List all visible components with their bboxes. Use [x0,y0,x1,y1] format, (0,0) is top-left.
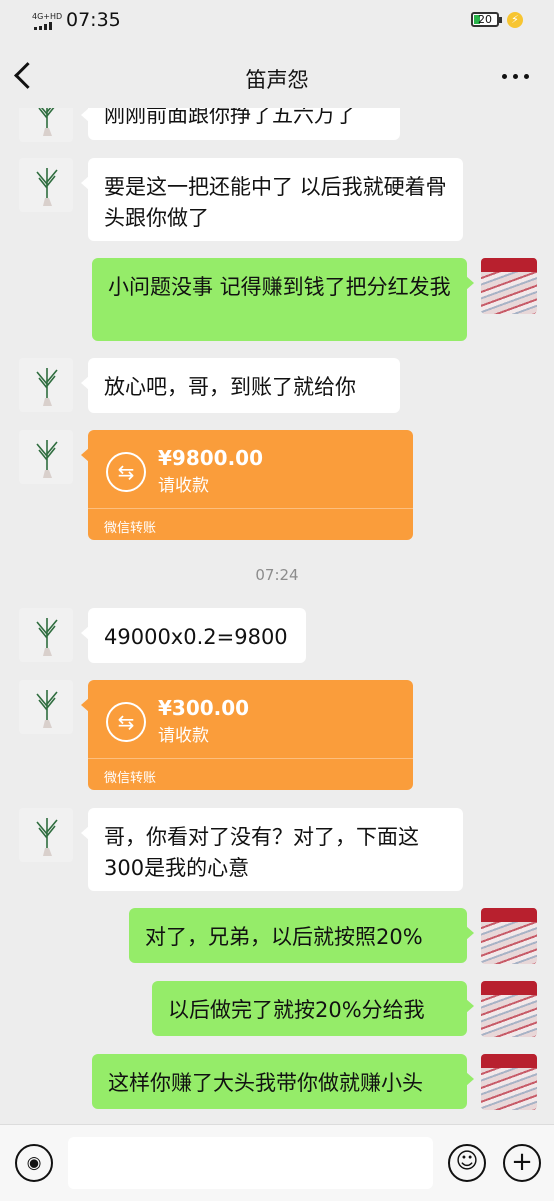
message-bubble[interactable]: 对了，兄弟，以后就按照20% [129,908,474,963]
more-icon[interactable] [502,74,530,80]
message-bubble[interactable]: 小问题没事 记得赚到钱了把分红发我 [92,258,474,341]
status-time: 07:35 [66,9,121,31]
transfer-status: 请收款 [158,726,209,746]
transfer-card[interactable]: ⇆ ¥9800.00 请收款 微信转账 [81,430,413,540]
transfer-icon: ⇆ [106,452,146,492]
transfer-label: 微信转账 [104,521,157,536]
nav-bar: 笛声怨 [0,44,554,108]
user-avatar[interactable] [481,908,537,964]
message-bubble[interactable]: 哥，你看对了没有？对了，下面这300是我的心意 [81,808,463,891]
voice-icon[interactable]: ◉ [15,1144,53,1182]
battery-level: 20 [478,13,492,26]
message-input[interactable] [68,1137,433,1189]
plus-icon[interactable]: + [503,1144,541,1182]
charging-icon: ⚡ [507,12,523,28]
contact-avatar[interactable] [19,108,73,142]
contact-avatar[interactable] [19,608,73,662]
transfer-status: 请收款 [158,476,209,496]
message-bubble[interactable]: 要是这一把还能中了 以后我就硬着骨头跟你做了 [81,158,463,241]
contact-avatar[interactable] [19,358,73,412]
chat-timestamp: 07:24 [255,566,299,584]
message-bubble[interactable]: 这样你赚了大头我带你做就赚小头 [92,1054,474,1109]
network-indicator: 4G+HD [32,12,63,21]
contact-avatar[interactable] [19,158,73,212]
transfer-icon: ⇆ [106,702,146,742]
emoji-icon[interactable]: ☺ [448,1144,486,1182]
page-title: 笛声怨 [245,68,309,92]
signal-icon [34,22,56,30]
battery-icon: 20 [471,12,502,27]
message-bubble[interactable]: 以后做完了就按20%分给我 [152,981,474,1036]
user-avatar[interactable] [481,981,537,1037]
message-bubble[interactable]: 49000x0.2=9800 [81,608,306,663]
chat-area[interactable]: 刚刚前面跟你挣了五六万了 要是这一把还能中了 以后我就硬着骨头跟你做了 小问题没… [0,108,554,1124]
message-bubble[interactable]: 刚刚前面跟你挣了五六万了 [81,108,400,140]
contact-avatar[interactable] [19,430,73,484]
contact-avatar[interactable] [19,680,73,734]
transfer-amount: ¥9800.00 [158,446,264,470]
user-avatar[interactable] [481,258,537,314]
transfer-card[interactable]: ⇆ ¥300.00 请收款 微信转账 [81,680,413,790]
status-bar: 4G+HD 07:35 20 ⚡ [0,0,554,44]
transfer-label: 微信转账 [104,771,157,786]
input-bar: ◉ ☺ + [0,1124,554,1201]
contact-avatar[interactable] [19,808,73,862]
message-bubble[interactable]: 放心吧，哥，到账了就给你 [81,358,400,413]
user-avatar[interactable] [481,1054,537,1110]
transfer-amount: ¥300.00 [158,696,250,720]
